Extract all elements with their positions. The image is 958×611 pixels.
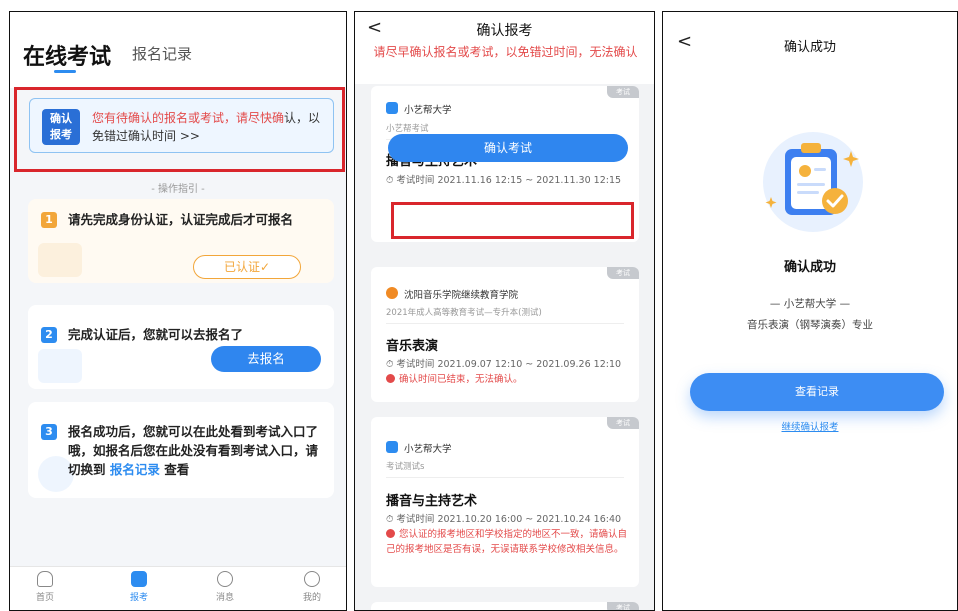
divider xyxy=(386,477,624,478)
step-number: 1 xyxy=(41,212,57,228)
exam-subtitle: 小艺帮考试 xyxy=(386,124,429,134)
exam-card: 考试 小艺帮大学 考试测试s 播音与主持艺术 ⏱ 考试时间 2021.10.20… xyxy=(371,417,639,587)
step-card-entry: 3 报名成功后，您就可以在此处看到考试入口了哦，如报名后您在此处没有看到考试入口… xyxy=(28,402,334,498)
divider xyxy=(386,323,624,324)
text-line xyxy=(797,183,825,186)
header: < 确认报考 请尽早确认报名或考试，以免错过时间，无法确认 xyxy=(355,12,654,84)
page-title: 在线考试 xyxy=(23,45,112,70)
step-number: 2 xyxy=(41,327,57,343)
bottom-tab-bar: 首页 报考 消息 我的 xyxy=(10,566,346,610)
step-text: 请先完成身份认证，认证完成后才可报名 xyxy=(68,212,294,227)
org-name: 沈阳音乐学院继续教育学院 xyxy=(404,290,519,301)
profile-icon xyxy=(304,571,320,587)
text-line xyxy=(814,168,826,171)
exam-name: 播音与主持艺术 xyxy=(386,494,478,509)
clipboard-clip xyxy=(801,143,821,153)
org-logo-icon xyxy=(386,441,398,453)
exam-time: ⏱ 考试时间 2021.10.20 16:00 ~ 2021.10.24 16:… xyxy=(386,514,622,525)
active-tab-indicator xyxy=(54,70,76,73)
tab-registration-records[interactable]: 报名记录 xyxy=(132,43,192,64)
confirm-registration-screen: < 确认报考 请尽早确认报名或考试，以免错过时间，无法确认 考试 小艺帮大学 小… xyxy=(354,11,655,611)
success-org: — 小艺帮大学 — xyxy=(769,298,851,310)
org-name: 小艺帮大学 xyxy=(404,444,452,455)
check-badge xyxy=(822,188,848,214)
org-logo-icon xyxy=(386,102,398,114)
view-records-button[interactable]: 查看记录 xyxy=(690,373,944,411)
confirm-warning: 请尽早确认报名或考试，以免错过时间，无法确认 xyxy=(373,45,638,59)
verified-button[interactable]: 已认证✓ xyxy=(193,255,301,279)
home-icon xyxy=(37,571,53,587)
registration-records-link[interactable]: 报名记录 xyxy=(110,462,160,477)
header: 在线考试 报名记录 xyxy=(10,12,346,88)
exam-tag: 考试 xyxy=(607,602,639,610)
highlight-frame xyxy=(391,202,634,239)
alert-icon xyxy=(386,374,395,383)
exam-alert: 确认时间已结束，无法确认。 xyxy=(386,372,631,387)
exam-alert: 您认证的报考地区和学校指定的地区不一致，请确认自己的报考地区是否有误，无误请联系… xyxy=(386,529,628,555)
message-icon xyxy=(217,571,233,587)
org-name: 小艺帮大学 xyxy=(404,105,452,116)
tab-messages[interactable]: 消息 xyxy=(200,571,250,603)
success-heading: 确认成功 xyxy=(783,260,836,275)
exam-subtitle: 2021年成人高等教育考试—专升本(测试) xyxy=(386,308,542,318)
document-illustration-icon xyxy=(38,349,82,383)
text-line xyxy=(797,191,819,194)
success-clipboard-icon xyxy=(763,132,863,232)
tab-home[interactable]: 首页 xyxy=(20,571,70,603)
page-title: 确认成功 xyxy=(783,40,836,55)
exam-icon xyxy=(131,571,147,587)
exam-tag: 考试 xyxy=(607,86,639,98)
exam-card: 考试 沈阳音乐学院继续教育学院 2021年成人高等教育考试—专升本(测试) 音乐… xyxy=(371,267,639,402)
step-text: 完成认证后，您就可以去报名了 xyxy=(68,327,244,342)
org-logo-icon xyxy=(386,287,398,299)
step-text: 报名成功后，您就可以在此处看到考试入口了哦，如报名后您在此处没有看到考试入口，请… xyxy=(68,424,319,477)
exam-time: ⏱ 考试时间 2021.09.07 12:10 ~ 2021.09.26 12:… xyxy=(386,359,622,370)
page-title: 确认报考 xyxy=(476,23,533,39)
exam-tag: 考试 xyxy=(607,417,639,429)
step-number: 3 xyxy=(41,424,57,440)
online-exam-screen: 在线考试 报名记录 确认 报考 您有待确认的报名或考试，请尽快确认，以免错过确认… xyxy=(9,11,347,611)
confirm-exam-button[interactable]: 确认考试 xyxy=(388,134,628,162)
exam-subtitle: 考试测试s xyxy=(386,462,425,472)
confirm-success-screen: < 确认成功 确认成功 — 小艺帮大学 — 音乐表演（钢琴演奏）专业 查看记录 … xyxy=(662,11,958,611)
exam-time: ⏱ 考试时间 2021.11.16 12:15 ~ 2021.11.30 12:… xyxy=(386,175,622,186)
exam-tag: 考试 xyxy=(607,267,639,279)
continue-confirm-link[interactable]: 继续确认报考 xyxy=(663,419,957,433)
avatar-dot xyxy=(799,165,811,177)
exam-card: 考试 xyxy=(371,602,639,610)
alert-icon xyxy=(386,529,395,538)
shield-illustration-icon xyxy=(38,243,82,277)
exam-name: 音乐表演 xyxy=(386,339,439,354)
go-register-button[interactable]: 去报名 xyxy=(211,346,321,372)
guide-title: - 操作指引 - xyxy=(151,184,205,195)
success-major: 音乐表演（钢琴演奏）专业 xyxy=(747,319,873,331)
highlight-frame xyxy=(14,87,345,172)
tab-exam[interactable]: 报考 xyxy=(114,571,164,603)
tab-me[interactable]: 我的 xyxy=(287,571,337,603)
